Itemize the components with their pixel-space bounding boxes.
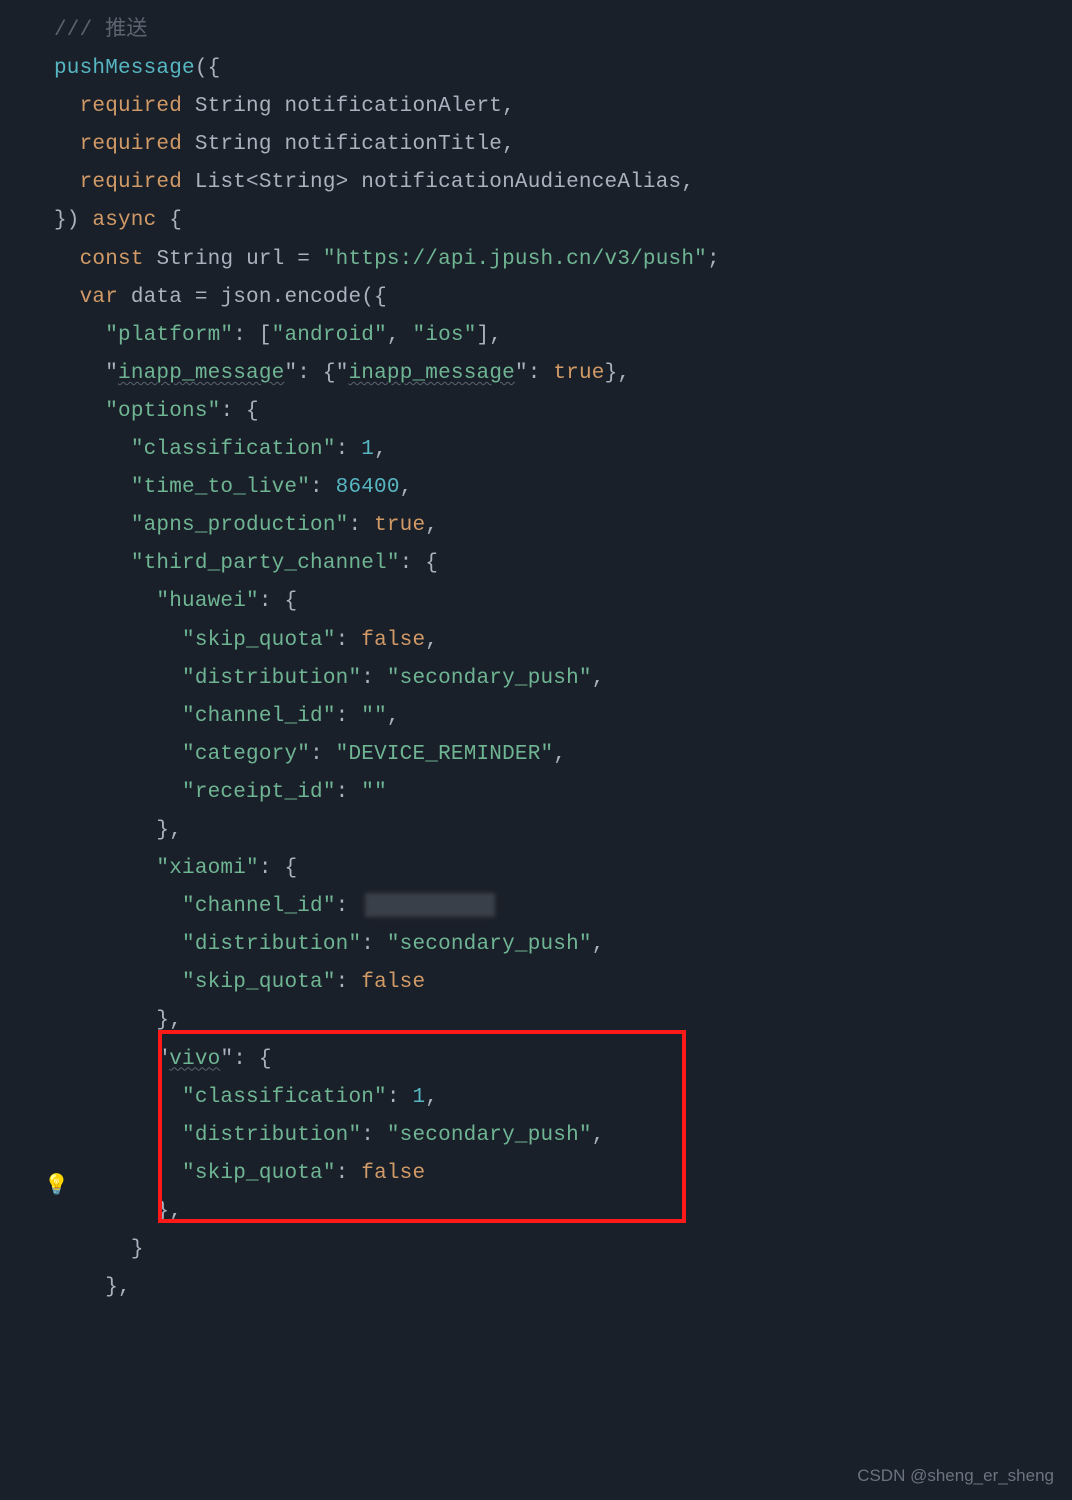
key: "skip_quota" [182,971,336,994]
brace: { [156,209,182,232]
key: "platform" [105,324,233,347]
call: json.encode({ [220,286,386,309]
key: "classification" [131,438,336,461]
string: "https://api.jpush.cn/v3/push" [323,248,707,271]
string: "android" [272,324,387,347]
key: "skip_quota" [182,1162,336,1185]
key: "classification" [182,1086,387,1109]
type: String [195,95,272,118]
number: 86400 [336,476,400,499]
key: "apns_production" [131,514,349,537]
param: notificationAlert [284,95,502,118]
redacted-value [365,893,495,917]
var: url [246,248,284,271]
key: "distribution" [182,667,361,690]
keyword: const [80,248,144,271]
comment: /// 推送 [54,19,148,42]
key: "channel_id" [182,705,336,728]
type: String [195,133,272,156]
string: "" [361,781,387,804]
key: "distribution" [182,933,361,956]
key: "options" [105,400,220,423]
code-block: /// 推送 pushMessage({ required String not… [54,12,720,1307]
keyword: async [92,209,156,232]
string: "DEVICE_REMINDER" [336,743,554,766]
op: = [182,286,220,309]
string: "ios" [412,324,476,347]
watermark-text: CSDN @sheng_er_sheng [857,1466,1054,1486]
param: notificationAudienceAlias [361,171,681,194]
type: String [156,248,233,271]
string: "" [361,705,387,728]
key: "huawei" [156,590,258,613]
bool: true [553,362,604,385]
editor-gutter [0,0,44,1500]
number: 1 [412,1086,425,1109]
bool: false [361,1162,425,1185]
brace: ({ [195,57,221,80]
key: "channel_id" [182,895,336,918]
string: "secondary_push" [387,933,592,956]
key: "time_to_live" [131,476,310,499]
key: "receipt_id" [182,781,336,804]
bool: true [374,514,425,537]
bool: false [361,629,425,652]
semi: ; [707,248,720,271]
op: = [284,248,322,271]
var: data [131,286,182,309]
string: "secondary_push" [387,667,592,690]
brace: }) [54,209,92,232]
keyword: required [80,171,182,194]
key: "xiaomi" [156,857,258,880]
function-name: pushMessage [54,57,195,80]
key: "category" [182,743,310,766]
key: "distribution" [182,1124,361,1147]
bool: false [361,971,425,994]
string: "secondary_push" [387,1124,592,1147]
keyword: var [80,286,118,309]
key: "third_party_channel" [131,552,400,575]
number: 1 [361,438,374,461]
type: List<String> [195,171,349,194]
keyword: required [80,133,182,156]
keyword: required [80,95,182,118]
key: "skip_quota" [182,629,336,652]
param: notificationTitle [284,133,502,156]
